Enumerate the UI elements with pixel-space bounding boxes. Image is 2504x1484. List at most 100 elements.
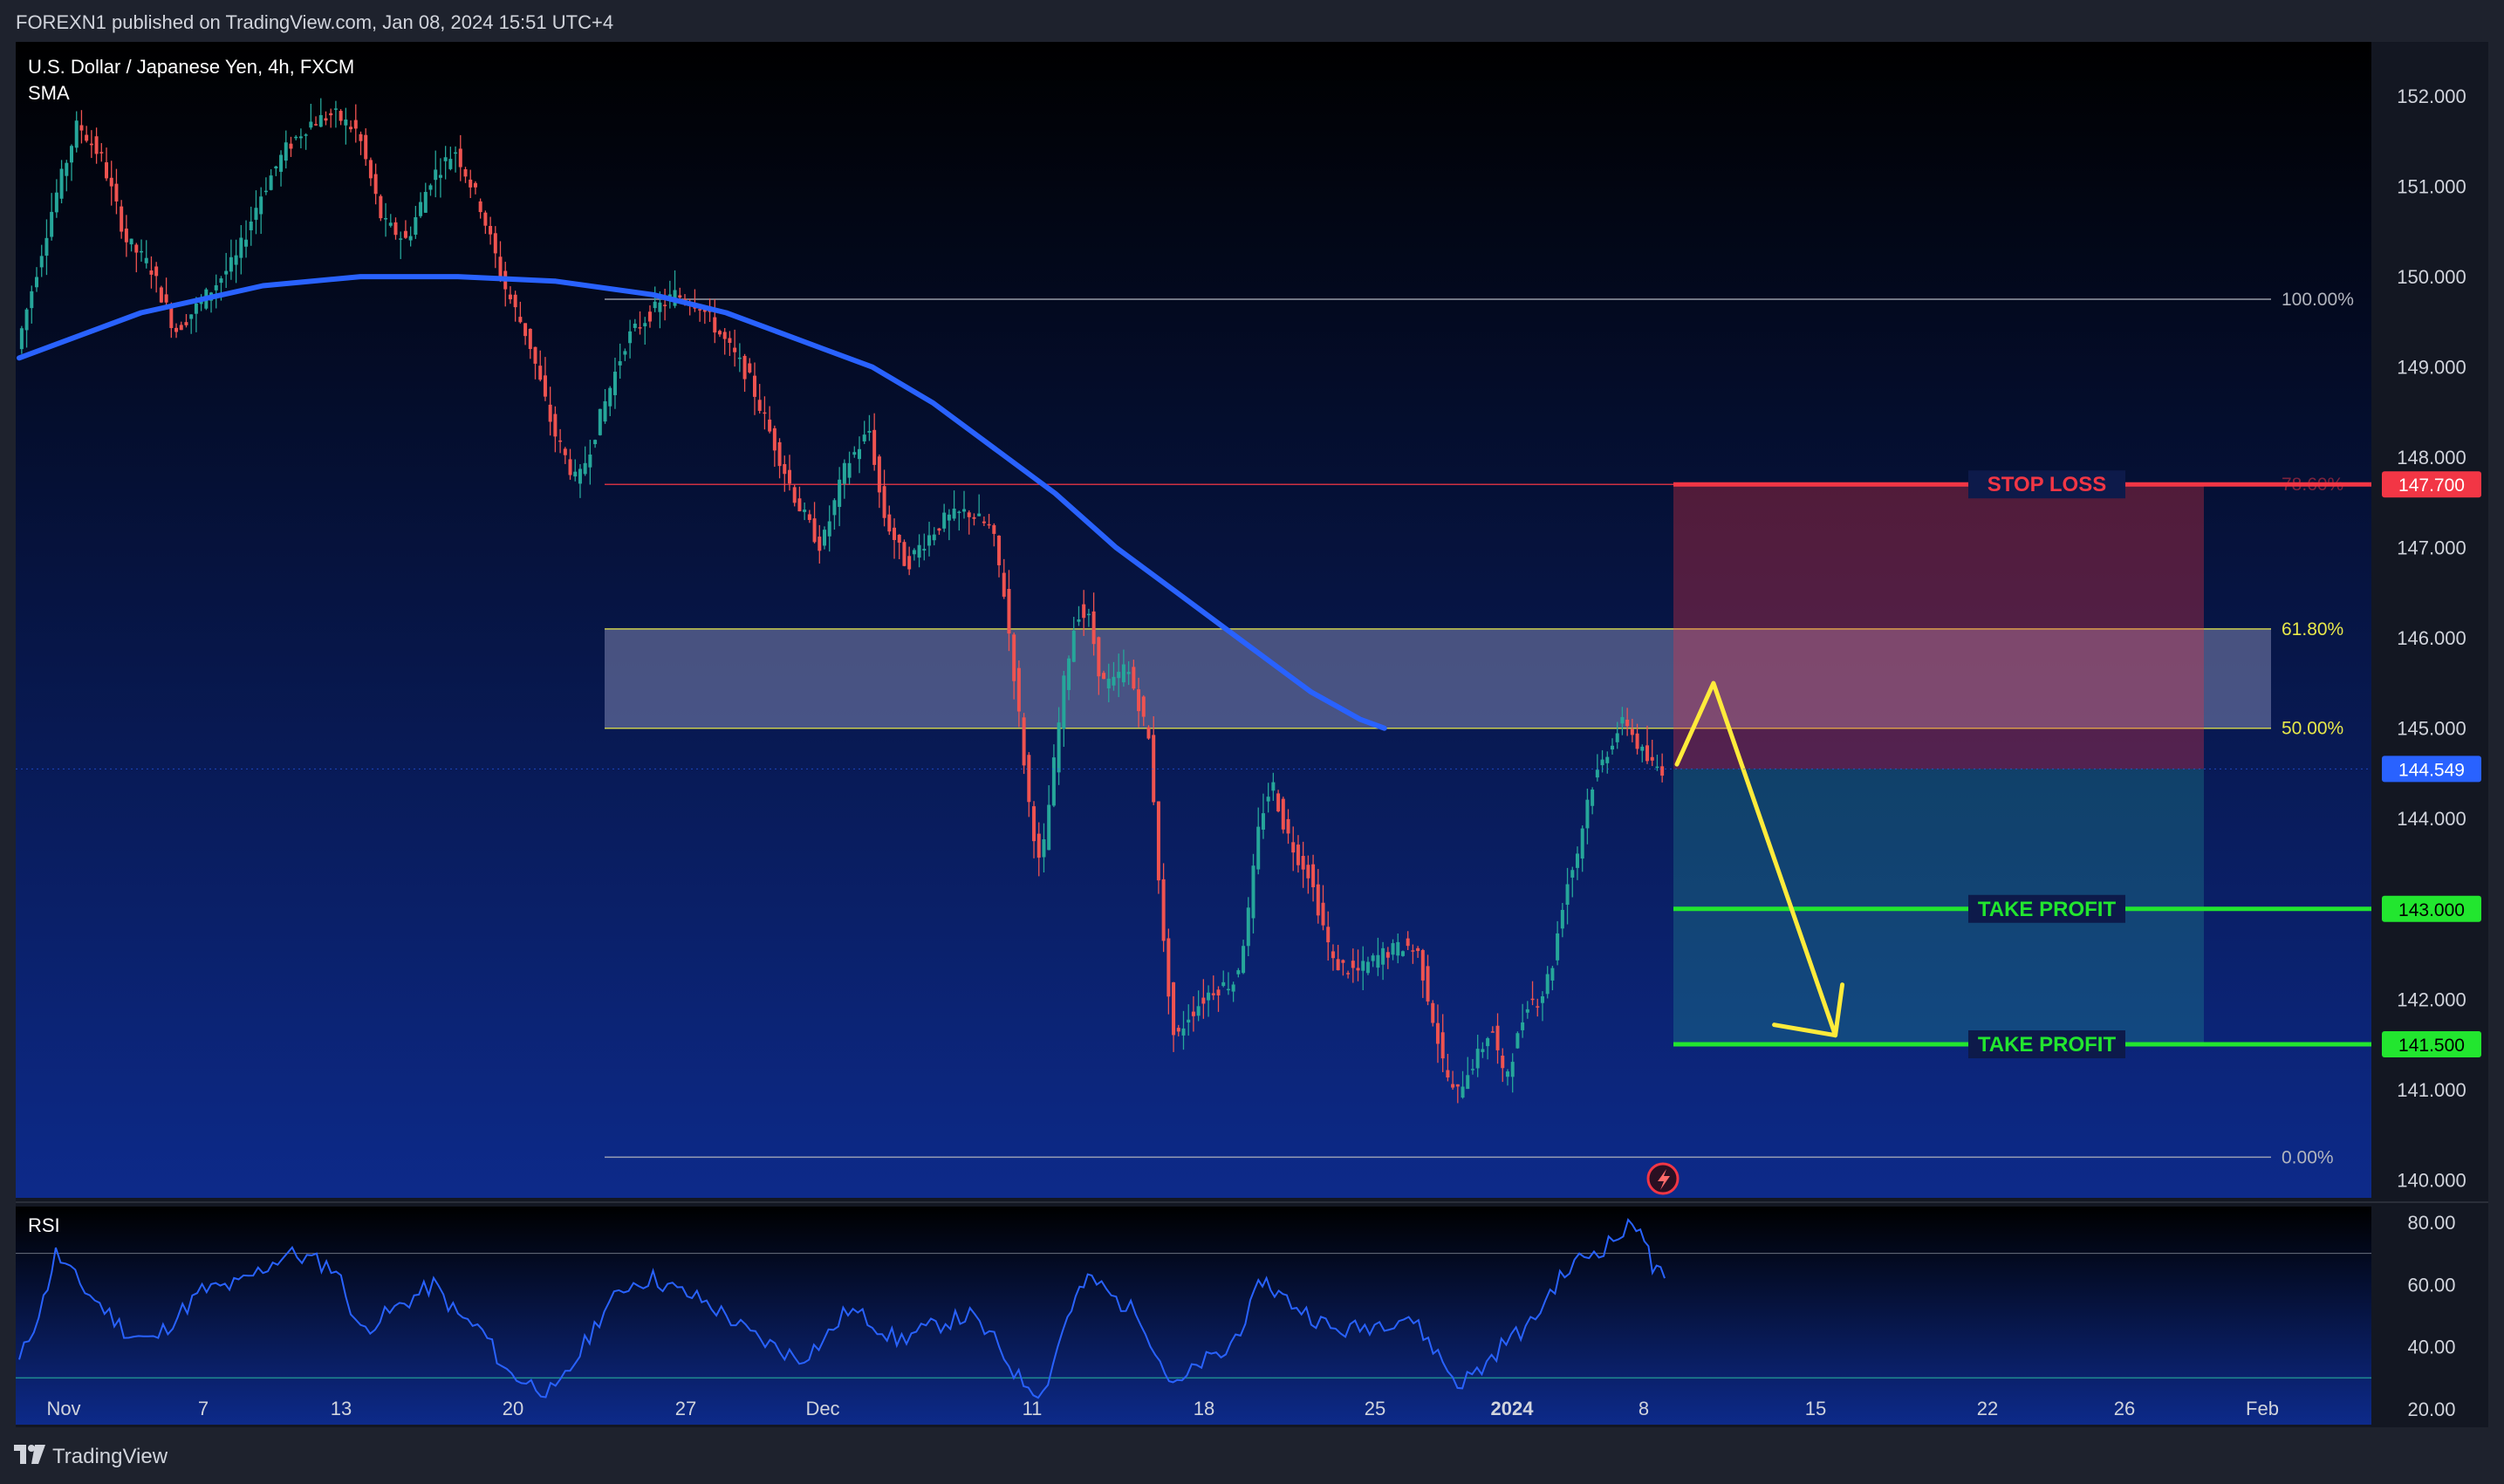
candle-body <box>623 351 627 355</box>
candle-body <box>1196 1006 1201 1016</box>
candle-body <box>1580 828 1584 859</box>
candle-body <box>1086 613 1091 616</box>
time-tick-label: 13 <box>331 1398 352 1419</box>
candle-body <box>454 152 458 154</box>
candle-body <box>882 486 886 518</box>
candle-body <box>1012 634 1016 681</box>
time-tick-label: 26 <box>2114 1398 2135 1419</box>
candle-body <box>339 111 343 121</box>
time-tick-label: Feb <box>2246 1398 2279 1419</box>
candle-body <box>658 302 662 312</box>
candle-body <box>598 408 602 435</box>
candle-body <box>379 195 383 219</box>
candle-body <box>822 530 826 546</box>
candle-body <box>952 508 956 519</box>
candle-body <box>612 372 617 395</box>
candle-body <box>1022 717 1026 766</box>
candle-body <box>1371 955 1375 961</box>
candle-body <box>1321 902 1325 926</box>
candle-body <box>1341 960 1345 963</box>
time-tick-label: Dec <box>805 1398 839 1419</box>
candle-body <box>179 325 183 331</box>
candle-body <box>977 513 982 516</box>
candle-body <box>1365 961 1370 974</box>
candle-body <box>927 535 932 546</box>
candle-body <box>1461 1086 1465 1098</box>
top-bar: FOREXN1 published on TradingView.com, Ja… <box>0 0 2504 42</box>
candle-body <box>70 146 74 163</box>
event-marker-icon[interactable] <box>1646 1162 1680 1195</box>
candle-body <box>154 266 159 277</box>
candle-body <box>777 441 782 467</box>
candle-body <box>663 304 667 306</box>
candle-body <box>174 327 179 332</box>
candle-body <box>997 535 1002 565</box>
price-tick-label: 148.000 <box>2397 447 2466 468</box>
candle-body <box>842 462 846 484</box>
candle-body <box>1635 733 1639 749</box>
candle-body <box>862 434 866 441</box>
candle-body <box>1501 1055 1505 1069</box>
candle-body <box>1191 1011 1195 1016</box>
candle-body <box>399 238 403 240</box>
candle-body <box>1396 941 1400 956</box>
candle-body <box>1435 1022 1440 1044</box>
candle-body <box>633 323 637 328</box>
brand-text[interactable]: TradingView <box>52 1445 168 1469</box>
candle-body <box>1336 959 1340 971</box>
candle-body <box>1137 689 1141 712</box>
candle-body <box>832 500 837 516</box>
candle-body <box>1451 1084 1455 1088</box>
candle-body <box>1455 1084 1460 1087</box>
chart-svg[interactable]: 100.00%78.60%61.80%50.00%0.00% STOP LOSS… <box>16 42 2488 1427</box>
price-tick-label: 144.000 <box>2397 808 2466 830</box>
candle-body <box>588 455 592 468</box>
candle-body <box>1565 884 1570 906</box>
candle-body <box>105 162 109 179</box>
candle-body <box>1067 658 1071 690</box>
candle-body <box>1416 947 1420 952</box>
candle-body <box>74 120 79 148</box>
candle-body <box>1605 756 1610 763</box>
candle-body <box>608 387 612 407</box>
fib-level-label: 100.00% <box>2282 290 2354 310</box>
candle-body <box>304 134 308 136</box>
candle-body <box>289 143 293 149</box>
candle-body <box>1121 664 1125 683</box>
candle-body <box>1166 938 1171 997</box>
candle-body <box>1242 946 1246 974</box>
candle-body <box>967 512 971 517</box>
candle-body <box>448 159 453 169</box>
candle-body <box>932 534 936 541</box>
candle-body <box>1525 1009 1529 1013</box>
candle-body <box>1591 789 1595 806</box>
fib-level-label: 50.00% <box>2282 719 2343 739</box>
candle-body <box>1146 727 1151 739</box>
rsi-pane-bg <box>16 1207 2371 1425</box>
candle-body <box>324 118 328 121</box>
tradingview-logo-icon[interactable] <box>14 1445 45 1464</box>
chart-area[interactable]: 100.00%78.60%61.80%50.00%0.00% STOP LOSS… <box>16 42 2488 1427</box>
time-tick-label: 18 <box>1194 1398 1214 1419</box>
candle-body <box>1271 782 1276 791</box>
candle-body <box>254 208 258 220</box>
candle-body <box>19 328 24 350</box>
candle-body <box>349 127 353 130</box>
footer: TradingView <box>0 1427 2504 1484</box>
candle-body <box>603 400 607 422</box>
candle-body <box>1640 746 1645 751</box>
candle-body <box>838 479 842 508</box>
candle-body <box>144 257 148 263</box>
candle-body <box>1311 864 1316 887</box>
candle-body <box>907 556 912 570</box>
candle-body <box>85 134 89 141</box>
candle-body <box>229 256 233 272</box>
candle-body <box>742 355 747 380</box>
candle-body <box>1536 1006 1540 1008</box>
candle-body <box>54 192 58 213</box>
candle-body <box>263 190 268 193</box>
price-tick-label: 152.000 <box>2397 85 2466 107</box>
candle-body <box>1126 672 1131 674</box>
candle-body <box>1490 1031 1495 1033</box>
candle-body <box>1306 865 1310 879</box>
